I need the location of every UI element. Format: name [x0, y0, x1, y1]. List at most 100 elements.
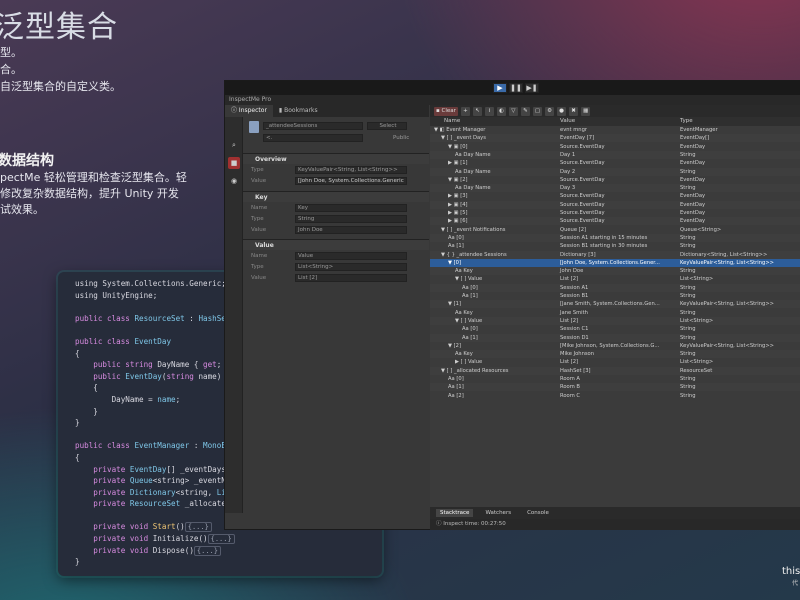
tree-row[interactable]: ▶ ▣ [4] Source.EventDay EventDay — [430, 200, 800, 209]
column-type[interactable]: Type — [680, 117, 693, 126]
search-icon[interactable]: ⌕ — [228, 139, 240, 151]
tree-row[interactable]: ▼ [1] [Jane Smith, System.Collections.Gen… — [430, 300, 800, 309]
tree-row-value: Session B1 starting in 30 minutes — [560, 243, 648, 250]
key-foldout[interactable]: Key — [243, 191, 429, 202]
hierarchy-panel: ▪ Clear + ↖ i ◐ ▽ ✎ ▢ ⚙ ● ✖ ▦ Name Value… — [430, 105, 800, 507]
tree-row-value: Source.EventDay — [560, 160, 605, 167]
key-type-label: Type — [251, 216, 264, 222]
tree-row-value: List [2] — [560, 276, 579, 283]
delete-icon[interactable]: ✖ — [569, 106, 579, 116]
tab-watchers[interactable]: Watchers — [481, 509, 515, 517]
tree-row[interactable]: Aa [2] Room C String — [430, 392, 800, 400]
tree-row-value: List [2] — [560, 359, 579, 366]
tree-row-type: EventDay — [680, 201, 706, 208]
tree-row[interactable]: Aa [0] Session C1 String — [430, 325, 800, 333]
tree-row[interactable]: Aa Day Name Day 1 String — [430, 150, 800, 159]
tree-row[interactable]: Aa Day Name Day 3 String — [430, 184, 800, 193]
globe-icon[interactable]: ◉ — [228, 175, 240, 187]
tree-row-name: Aa Day Name — [455, 168, 491, 175]
clear-button[interactable]: ▪ Clear — [434, 106, 458, 116]
status-bar: ⓘ Inspect time: 00:27:50 — [430, 519, 800, 530]
tree-row[interactable]: ▶ [ ] Value List [2] List<String> — [430, 358, 800, 366]
code-token: using System.Collections.Generic; — [75, 279, 226, 288]
tab-inspector[interactable]: ⓘ Inspector — [225, 105, 273, 117]
tree-row[interactable]: Aa Key Mike Johnson String — [430, 350, 800, 359]
column-name[interactable]: Name — [444, 117, 460, 126]
tree-row[interactable]: Aa [1] Session B1 String — [430, 292, 800, 300]
tree-row-type: String — [680, 293, 696, 299]
record-icon[interactable]: ● — [557, 106, 567, 116]
tree-row[interactable]: ▼ [ ] _event Notifications Queue [2] Queue… — [430, 226, 800, 234]
tree-row[interactable]: ▼ [ ] Value List [2] List<String> — [430, 275, 800, 283]
info-icon[interactable]: i — [484, 106, 494, 116]
tree-row[interactable]: ▼ ◧ Event Manager evnt mngr EventManager — [430, 126, 800, 134]
pointer-icon[interactable]: ↖ — [472, 106, 482, 116]
tree-row[interactable]: ▼ [ ] Value List [2] List<String> — [430, 316, 800, 325]
clear-label: Clear — [441, 107, 456, 114]
tree-row-name: ▼ ▣ [0] — [448, 143, 468, 150]
tree-row[interactable]: Aa Day Name Day 2 String — [430, 167, 800, 176]
step-button[interactable]: ▶❚ — [525, 83, 539, 93]
settings-icon[interactable]: ⚙ — [545, 106, 555, 116]
tree-row[interactable]: Aa Key John Doe String — [430, 267, 800, 276]
tree-row-type: String — [680, 384, 696, 391]
bottom-tabs: Stacktrace Watchers Console — [430, 507, 800, 519]
tree-row[interactable]: Aa [0] Room A String — [430, 375, 800, 383]
tree-row[interactable]: ▶ ▣ [3] Source.EventDay EventDay — [430, 192, 800, 200]
tree-row[interactable]: ▼ [2] [Mike Johnson, System.Collections.G… — [430, 342, 800, 350]
code-token: } — [75, 557, 80, 567]
code-token: public — [75, 371, 126, 381]
tree-row-value: EventDay [7] — [560, 135, 595, 142]
tab-bookmarks[interactable]: ▮ Bookmarks — [273, 105, 324, 117]
code-fold-toggle[interactable]: {...} — [184, 522, 212, 533]
tab-stacktrace[interactable]: Stacktrace — [436, 509, 474, 517]
select-button[interactable]: Select — [367, 122, 407, 130]
tree-row[interactable]: ▼ [0] [John Doe, System.Collections.Gener… — [430, 258, 800, 267]
object-name-field[interactable]: _attendeeSessions — [263, 122, 363, 130]
tree-row[interactable]: Aa [1] Session D1 String — [430, 333, 800, 342]
eye-icon[interactable]: ◐ — [496, 106, 506, 116]
tab-console[interactable]: Console — [523, 509, 553, 517]
tree-row[interactable]: Aa [1] Room B String — [430, 383, 800, 392]
tree-row[interactable]: Aa Key Jane Smith String — [430, 309, 800, 317]
tree-row-value: Queue [2] — [560, 226, 587, 233]
code-token: private void — [75, 545, 153, 555]
bullet-3: 自泛型集合的自定义类。 — [0, 80, 121, 93]
trash-can-icon[interactable]: ▦ — [581, 106, 591, 116]
tree-row-value: Session B1 — [560, 293, 589, 299]
frame-icon[interactable]: ▢ — [532, 106, 543, 116]
tree-row[interactable]: ▼ ▣ [2] Source.EventDay EventDay — [430, 176, 800, 184]
tree-row-value: List [2] — [560, 317, 579, 324]
tree-row[interactable]: Aa [0] Session A1 starting in 15 minutes S… — [430, 233, 800, 242]
path-field[interactable]: <. — [263, 134, 363, 142]
filter-icon[interactable]: ▽ — [508, 106, 518, 116]
tree-row[interactable]: ▼ [ ] _allocated Resources HashSet [3] Res… — [430, 366, 800, 375]
tree-row[interactable]: ▼ { } _attendee Sessions Dictionary [3] Di… — [430, 250, 800, 259]
tree-row[interactable]: ▶ ▣ [1] Source.EventDay EventDay — [430, 159, 800, 167]
tree-row[interactable]: ▼ ▣ [0] Source.EventDay EventDay — [430, 143, 800, 151]
tree-row-value: Day 2 — [560, 168, 576, 175]
tree-row[interactable]: Aa [1] Session B1 starting in 30 minutes S… — [430, 242, 800, 250]
add-icon[interactable]: + — [460, 106, 470, 116]
tree-row[interactable]: Aa [0] Session A1 String — [430, 283, 800, 292]
tree-row-type: String — [680, 185, 696, 192]
tree-row[interactable]: ▶ ▣ [5] Source.EventDay EventDay — [430, 209, 800, 217]
tree-row[interactable]: ▶ ▣ [6] Source.EventDay EventDay — [430, 217, 800, 226]
edit-icon[interactable]: ✎ — [520, 106, 530, 116]
column-value[interactable]: Value — [560, 117, 575, 126]
public-label: Public — [393, 135, 410, 141]
code-fold-toggle[interactable]: {...} — [193, 545, 221, 556]
tab-inspector-label: Inspector — [238, 107, 267, 114]
code-fold-toggle[interactable]: {...} — [207, 534, 235, 545]
value-foldout[interactable]: Value — [243, 239, 429, 250]
overview-foldout[interactable]: Overview — [243, 153, 429, 164]
tree-row[interactable]: ▼ [ ] _event Days EventDay [7] EventDay[] — [430, 134, 800, 143]
tree-row-name: ▼ ◧ Event Manager — [434, 127, 486, 133]
play-button[interactable]: ▶ — [493, 83, 507, 93]
code-token: Dictionary — [129, 487, 176, 497]
tree-row-name: Aa Day Name — [455, 151, 491, 158]
pause-button[interactable]: ❚❚ — [509, 83, 523, 93]
tree-row-type: String — [680, 351, 696, 358]
record-icon[interactable]: ■ — [228, 157, 240, 169]
tree-row-type: EventDay — [680, 176, 706, 183]
